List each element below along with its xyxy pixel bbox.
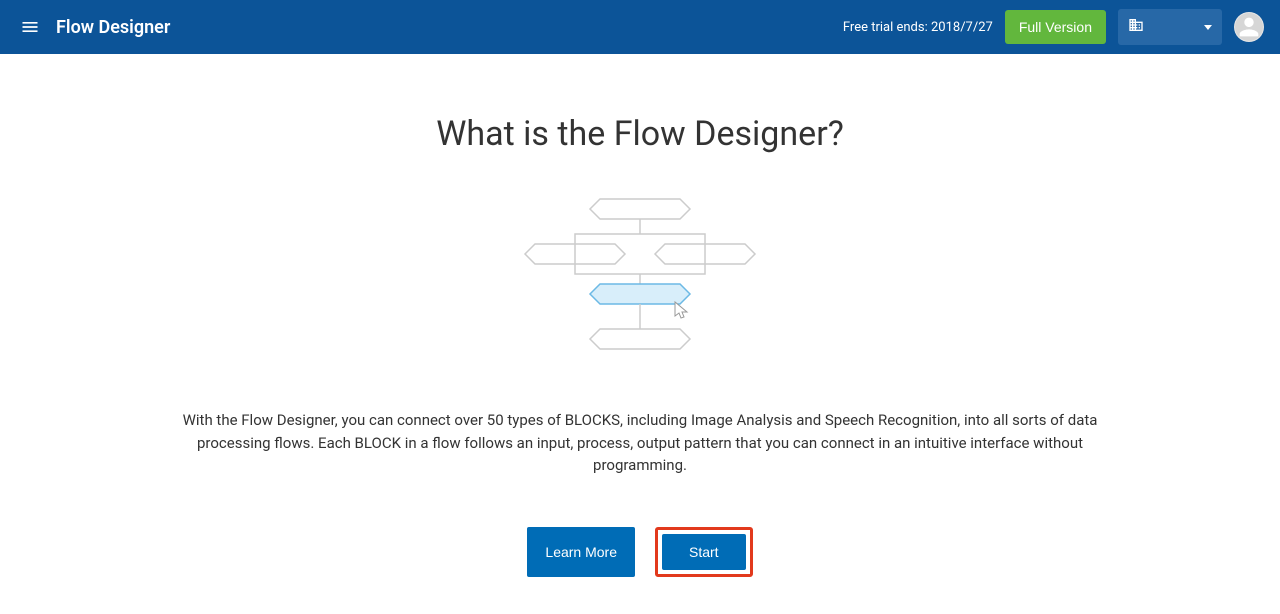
user-avatar[interactable]	[1234, 12, 1264, 42]
trial-text: Free trial ends: 2018/7/27	[843, 20, 993, 35]
organization-dropdown[interactable]	[1118, 9, 1222, 45]
app-header: Flow Designer Free trial ends: 2018/7/27…	[0, 0, 1280, 54]
full-version-button[interactable]: Full Version	[1005, 10, 1106, 44]
header-right: Free trial ends: 2018/7/27 Full Version	[843, 9, 1264, 45]
header-left: Flow Designer	[16, 13, 170, 41]
app-title: Flow Designer	[56, 17, 170, 38]
description-text: With the Flow Designer, you can connect …	[180, 409, 1100, 477]
page-title: What is the Flow Designer?	[120, 114, 1160, 154]
flow-diagram	[120, 194, 1160, 369]
main-content: What is the Flow Designer?	[0, 54, 1280, 577]
chevron-down-icon	[1204, 25, 1212, 30]
start-button-highlight: Start	[655, 527, 753, 577]
menu-icon[interactable]	[16, 13, 44, 41]
button-row: Learn More Start	[120, 527, 1160, 577]
start-button[interactable]: Start	[662, 534, 746, 570]
learn-more-button[interactable]: Learn More	[527, 527, 635, 577]
building-icon	[1128, 17, 1144, 37]
